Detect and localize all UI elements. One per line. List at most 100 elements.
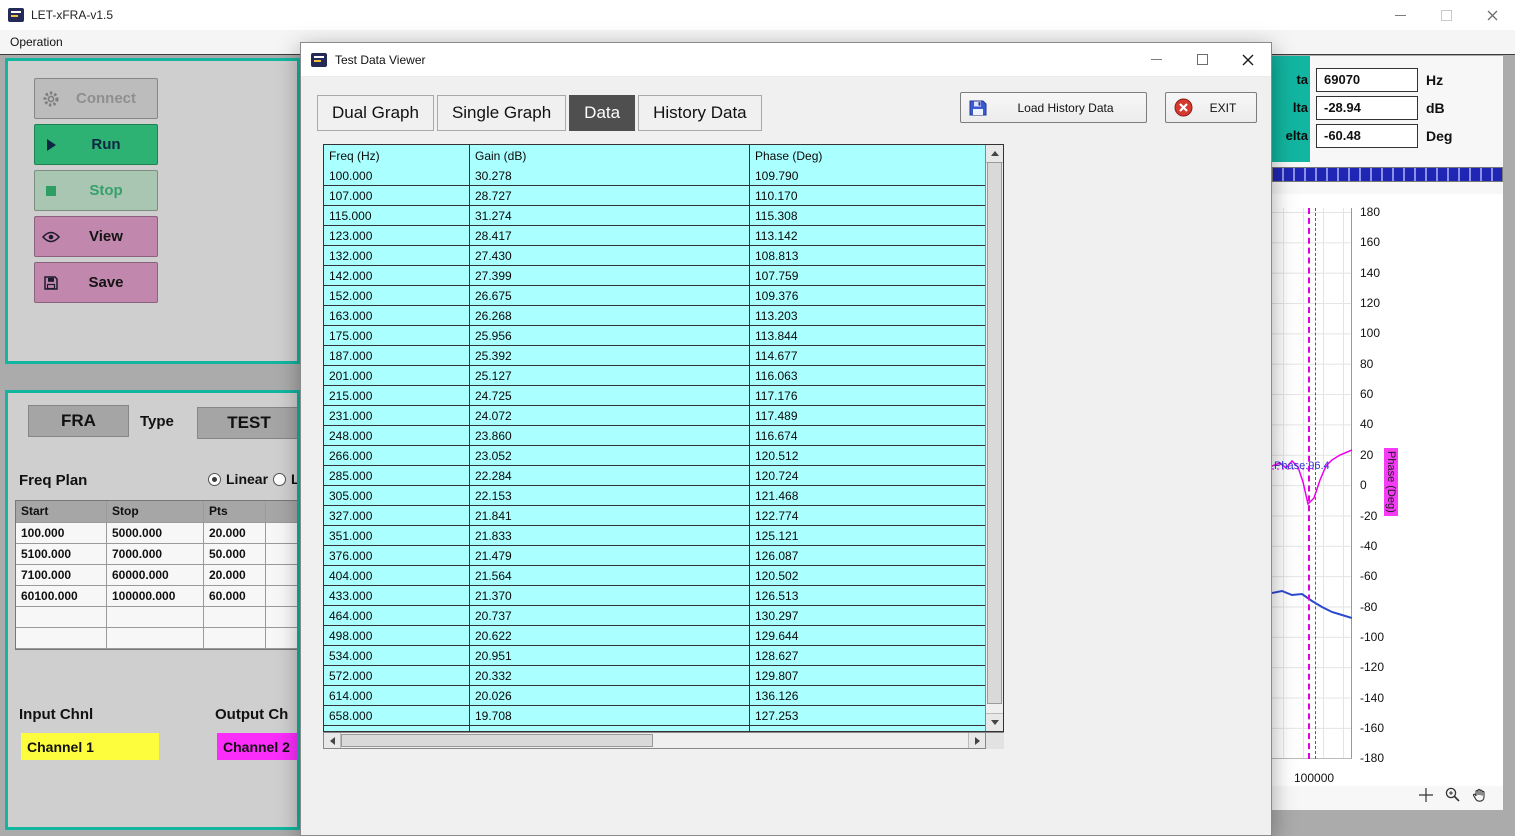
data-table-row[interactable]: 163.00026.268113.203: [324, 306, 986, 326]
dialog-close-button[interactable]: [1225, 43, 1271, 76]
freq-plan-cell[interactable]: [16, 607, 107, 627]
data-table-row[interactable]: 215.00024.725117.176: [324, 386, 986, 406]
tab-data[interactable]: Data: [569, 95, 635, 131]
data-table-row[interactable]: 248.00023.860116.674: [324, 426, 986, 446]
freq-plan-cell[interactable]: 20.000: [204, 523, 266, 543]
freq-plan-cell[interactable]: [266, 586, 300, 606]
freq-plan-cell[interactable]: 100000.000: [107, 586, 204, 606]
vertical-scrollbar[interactable]: [985, 145, 1003, 731]
data-table-row[interactable]: 305.00022.153121.468: [324, 486, 986, 506]
freq-plan-cell[interactable]: [204, 607, 266, 627]
fra-selector[interactable]: FRA: [28, 405, 129, 437]
freq-plan-cell[interactable]: [204, 628, 266, 648]
freq-plan-row[interactable]: [16, 607, 300, 628]
freq-plan-cell[interactable]: 7000.000: [107, 544, 204, 564]
data-table-row[interactable]: 115.00031.274115.308: [324, 206, 986, 226]
data-table-row[interactable]: 614.00020.026136.126: [324, 686, 986, 706]
data-table-row[interactable]: 123.00028.417113.142: [324, 226, 986, 246]
data-table-row[interactable]: 175.00025.956113.844: [324, 326, 986, 346]
data-table-row[interactable]: 152.00026.675109.376: [324, 286, 986, 306]
tab-history-data[interactable]: History Data: [638, 95, 762, 131]
cursor-line[interactable]: [1308, 208, 1310, 759]
freq-plan-cell[interactable]: 5100.000: [16, 544, 107, 564]
data-table-row[interactable]: 498.00020.622129.644: [324, 626, 986, 646]
exit-button[interactable]: EXIT: [1165, 92, 1257, 123]
data-table-cell: 113.844: [750, 326, 986, 345]
data-table-cell: 24.725: [470, 386, 750, 405]
data-table-row[interactable]: 201.00025.127116.063: [324, 366, 986, 386]
data-table-row[interactable]: 266.00023.052120.512: [324, 446, 986, 466]
data-table-row[interactable]: 132.00027.430108.813: [324, 246, 986, 266]
freq-plan-cell[interactable]: [266, 628, 300, 648]
tab-dual-graph[interactable]: Dual Graph: [317, 95, 434, 131]
minimize-button[interactable]: [1377, 0, 1423, 30]
horizontal-scrollbar[interactable]: [323, 732, 986, 749]
vertical-scroll-thumb[interactable]: [987, 162, 1002, 704]
run-button[interactable]: Run: [34, 124, 158, 165]
data-table-row[interactable]: 705.00019.445131.306: [324, 726, 986, 731]
menu-operation[interactable]: Operation: [0, 35, 73, 49]
freq-plan-cell[interactable]: 7100.000: [16, 565, 107, 585]
output-channel-selector[interactable]: Channel 2: [217, 733, 300, 760]
scroll-up-button[interactable]: [986, 145, 1003, 163]
data-table-row[interactable]: 433.00021.370126.513: [324, 586, 986, 606]
freq-plan-cell[interactable]: 100.000: [16, 523, 107, 543]
freq-plan-cell[interactable]: [107, 628, 204, 648]
data-table-row[interactable]: 572.00020.332129.807: [324, 666, 986, 686]
data-table-row[interactable]: 142.00027.399107.759: [324, 266, 986, 286]
linear-radio[interactable]: [208, 473, 221, 486]
data-table-row[interactable]: 351.00021.833125.121: [324, 526, 986, 546]
data-table-row[interactable]: 404.00021.564120.502: [324, 566, 986, 586]
tab-single-graph[interactable]: Single Graph: [437, 95, 566, 131]
data-table-row[interactable]: 107.00028.727110.170: [324, 186, 986, 206]
data-table-row[interactable]: 285.00022.284120.724: [324, 466, 986, 486]
maximize-button[interactable]: [1423, 0, 1469, 30]
zoom-icon[interactable]: [1444, 786, 1461, 803]
freq-plan-row[interactable]: 5100.0007000.00050.000: [16, 544, 300, 565]
cursor-line-secondary[interactable]: [1315, 208, 1316, 759]
close-button[interactable]: [1469, 0, 1515, 30]
freq-plan-cell[interactable]: 20.000: [204, 565, 266, 585]
freq-plan-cell[interactable]: 50.000: [204, 544, 266, 564]
data-table-row[interactable]: 187.00025.392114.677: [324, 346, 986, 366]
freq-plan-header-cell: [266, 501, 300, 522]
freq-plan-cell[interactable]: [16, 628, 107, 648]
freq-plan-cell[interactable]: 60.000: [204, 586, 266, 606]
freq-plan-cell[interactable]: 60100.000: [16, 586, 107, 606]
freq-plan-cell[interactable]: 5000.000: [107, 523, 204, 543]
scroll-left-button[interactable]: [324, 733, 341, 748]
data-table-row[interactable]: 231.00024.072117.489: [324, 406, 986, 426]
freq-plan-cell[interactable]: [266, 607, 300, 627]
test-selector[interactable]: TEST: [197, 407, 300, 439]
freq-plan-cell[interactable]: [266, 544, 300, 564]
freq-plan-row[interactable]: [16, 628, 300, 649]
load-history-button[interactable]: Load History Data: [960, 92, 1147, 123]
dialog-maximize-button[interactable]: [1179, 43, 1225, 76]
data-table-row[interactable]: 100.00030.278109.790: [324, 166, 986, 186]
hand-icon[interactable]: [1471, 787, 1487, 803]
scroll-down-button[interactable]: [986, 713, 1003, 731]
freq-plan-row[interactable]: 7100.00060000.00020.000: [16, 565, 300, 586]
input-channel-selector[interactable]: Channel 1: [21, 733, 159, 760]
data-table-row[interactable]: 534.00020.951128.627: [324, 646, 986, 666]
data-table-row[interactable]: 327.00021.841122.774: [324, 506, 986, 526]
freq-plan-row[interactable]: 60100.000100000.00060.000: [16, 586, 300, 607]
connect-button[interactable]: Connect: [34, 78, 158, 119]
data-table-row[interactable]: 464.00020.737130.297: [324, 606, 986, 626]
freq-plan-row[interactable]: 100.0005000.00020.000: [16, 523, 300, 544]
horizontal-scroll-thumb[interactable]: [341, 734, 653, 747]
eye-icon: [35, 231, 67, 243]
log-radio[interactable]: [273, 473, 286, 486]
freq-plan-cell[interactable]: [266, 565, 300, 585]
view-button[interactable]: View: [34, 216, 158, 257]
data-table-row[interactable]: 376.00021.479126.087: [324, 546, 986, 566]
freq-plan-cell[interactable]: 60000.000: [107, 565, 204, 585]
data-table-row[interactable]: 658.00019.708127.253: [324, 706, 986, 726]
freq-plan-cell[interactable]: [107, 607, 204, 627]
stop-button[interactable]: Stop: [34, 170, 158, 211]
crosshair-icon[interactable]: [1418, 787, 1434, 803]
save-button[interactable]: Save: [34, 262, 158, 303]
dialog-minimize-button[interactable]: [1133, 43, 1179, 76]
freq-plan-cell[interactable]: [266, 523, 300, 543]
scroll-right-button[interactable]: [968, 733, 985, 748]
